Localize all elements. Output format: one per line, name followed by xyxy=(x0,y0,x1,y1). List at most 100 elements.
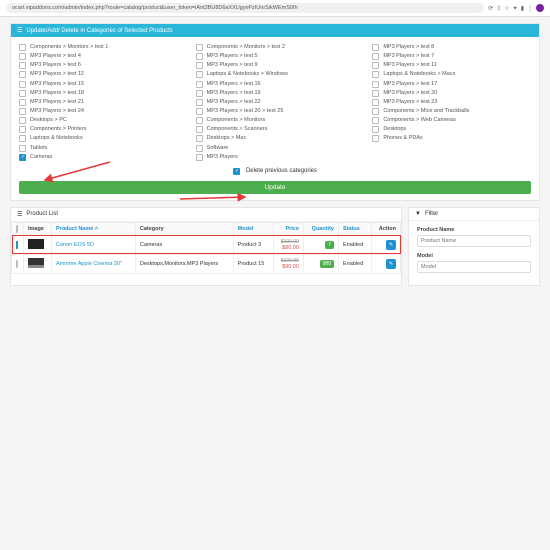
category-checkbox[interactable] xyxy=(372,44,379,51)
share-icon[interactable]: ⇪ xyxy=(496,5,501,12)
category-row: MP3 Players > test 11 xyxy=(372,61,531,70)
category-checkbox[interactable] xyxy=(19,62,26,69)
category-row: Components > Web Cameras xyxy=(372,116,531,125)
category-checkbox[interactable] xyxy=(196,135,203,142)
col-status[interactable]: Status xyxy=(338,222,371,235)
product-price: $100.00$80.00 xyxy=(273,235,303,254)
product-name-link[interactable]: Canon EOS 5D xyxy=(56,242,94,248)
category-checkbox[interactable] xyxy=(372,126,379,133)
category-label: Components > Mice and Trackballs xyxy=(383,108,469,115)
edit-button[interactable]: ✎ xyxy=(386,259,396,269)
category-row: Components > Monitors xyxy=(196,116,355,125)
category-label: Desktops xyxy=(383,126,406,133)
category-label: MP3 Players > test 22 xyxy=(207,99,261,106)
category-checkbox[interactable] xyxy=(372,135,379,142)
filter-name-label: Product Name xyxy=(417,227,531,233)
list-icon: ☰ xyxy=(17,211,22,218)
category-checkbox[interactable] xyxy=(196,44,203,51)
update-button[interactable]: Update xyxy=(19,181,531,194)
category-label: MP3 Players > test 11 xyxy=(383,62,437,69)
browser-chrome: ocart.vipaddons.com/admin/index.php?rout… xyxy=(0,0,550,17)
menu-icon[interactable]: ⋮ xyxy=(527,5,533,12)
category-checkbox[interactable] xyxy=(196,108,203,115)
category-row: Cameras xyxy=(19,153,178,162)
product-list-panel: ☰ Product List Image Product Name ˄ Cate… xyxy=(10,207,402,286)
category-label: MP3 Players xyxy=(207,154,238,161)
category-label: MP3 Players > test 20 xyxy=(383,90,437,97)
category-checkbox[interactable] xyxy=(372,71,379,78)
category-checkbox[interactable] xyxy=(19,44,26,51)
category-checkbox[interactable] xyxy=(196,154,203,161)
filter-model-input[interactable] xyxy=(417,261,531,273)
category-checkbox[interactable] xyxy=(19,108,26,115)
puzzle-icon[interactable]: ✦ xyxy=(513,5,518,12)
category-checkbox[interactable] xyxy=(196,145,203,152)
col-name[interactable]: Product Name ˄ xyxy=(52,222,136,235)
category-checkbox[interactable] xyxy=(19,99,26,106)
category-row: Components > Scanners xyxy=(196,125,355,134)
category-row: Components > Mice and Trackballs xyxy=(372,107,531,116)
col-category[interactable]: Category xyxy=(135,222,233,235)
col-image[interactable]: Image xyxy=(24,222,52,235)
category-label: Components > Monitors > test 1 xyxy=(30,44,108,51)
avatar[interactable] xyxy=(536,4,544,12)
category-checkbox[interactable] xyxy=(19,53,26,60)
category-checkbox[interactable] xyxy=(372,108,379,115)
category-row: Laptops & Notebooks > Windows xyxy=(196,70,355,79)
star-icon[interactable]: ☆ xyxy=(504,5,509,12)
category-checkbox[interactable] xyxy=(19,135,26,142)
product-thumb xyxy=(28,239,44,249)
category-checkbox[interactable] xyxy=(372,117,379,124)
category-checkbox[interactable] xyxy=(372,62,379,69)
category-checkbox[interactable] xyxy=(372,53,379,60)
category-checkbox[interactable] xyxy=(372,99,379,106)
row-checkbox[interactable] xyxy=(16,241,18,249)
category-checkbox[interactable] xyxy=(19,154,26,161)
filter-model-label: Model xyxy=(417,253,531,259)
category-checkbox[interactable] xyxy=(196,117,203,124)
flag-icon[interactable]: ▮ xyxy=(521,5,524,12)
category-checkbox[interactable] xyxy=(19,81,26,88)
category-checkbox[interactable] xyxy=(196,126,203,133)
category-checkbox[interactable] xyxy=(19,126,26,133)
category-label: Components > Printers xyxy=(30,126,86,133)
col-price[interactable]: Price xyxy=(273,222,303,235)
category-row: MP3 Players > test 5 xyxy=(196,52,355,61)
category-checkbox[interactable] xyxy=(196,81,203,88)
filter-name-input[interactable] xyxy=(417,235,531,247)
category-checkbox[interactable] xyxy=(19,71,26,78)
category-checkbox[interactable] xyxy=(196,53,203,60)
category-checkbox[interactable] xyxy=(196,90,203,97)
product-model: Product 3 xyxy=(233,235,273,254)
category-checkbox[interactable] xyxy=(19,117,26,124)
table-row: Ammme Apple Cinema 30" Desktops,Monitors… xyxy=(12,254,401,273)
product-category: Desktops,Monitors,MP3 Players xyxy=(135,254,233,273)
delete-prev-checkbox[interactable] xyxy=(233,168,240,175)
row-checkbox[interactable] xyxy=(16,260,18,268)
category-checkbox[interactable] xyxy=(372,81,379,88)
product-list-header: ☰ Product List xyxy=(11,208,401,222)
category-label: MP3 Players > test 4 xyxy=(30,53,81,60)
select-all-checkbox[interactable] xyxy=(16,225,18,233)
category-checkbox[interactable] xyxy=(19,145,26,152)
category-checkbox[interactable] xyxy=(19,90,26,97)
category-row: MP3 Players > test 21 xyxy=(19,98,178,107)
category-checkbox[interactable] xyxy=(196,62,203,69)
category-row: Components > Monitors > test 2 xyxy=(196,43,355,52)
category-checkbox[interactable] xyxy=(196,71,203,78)
category-row: Laptops & Notebooks xyxy=(19,134,178,143)
category-label: MP3 Players > test 18 xyxy=(30,90,84,97)
category-row: Software xyxy=(196,144,355,153)
reload-icon[interactable]: ⟳ xyxy=(488,5,493,12)
url-bar[interactable]: ocart.vipaddons.com/admin/index.php?rout… xyxy=(6,3,484,13)
category-checkbox[interactable] xyxy=(372,90,379,97)
edit-button[interactable]: ✎ xyxy=(386,240,396,250)
category-row: MP3 Players > test 23 xyxy=(372,98,531,107)
product-name-link[interactable]: Ammme Apple Cinema 30" xyxy=(56,261,122,267)
delete-prev-label: Delete previous categories xyxy=(246,168,317,174)
category-checkbox[interactable] xyxy=(196,99,203,106)
col-qty[interactable]: Quantity xyxy=(303,222,338,235)
category-row: MP3 Players > test 18 xyxy=(19,89,178,98)
col-model[interactable]: Model xyxy=(233,222,273,235)
categories-panel: ☰ Update/Add/ Delete in Categories of Se… xyxy=(10,23,540,201)
